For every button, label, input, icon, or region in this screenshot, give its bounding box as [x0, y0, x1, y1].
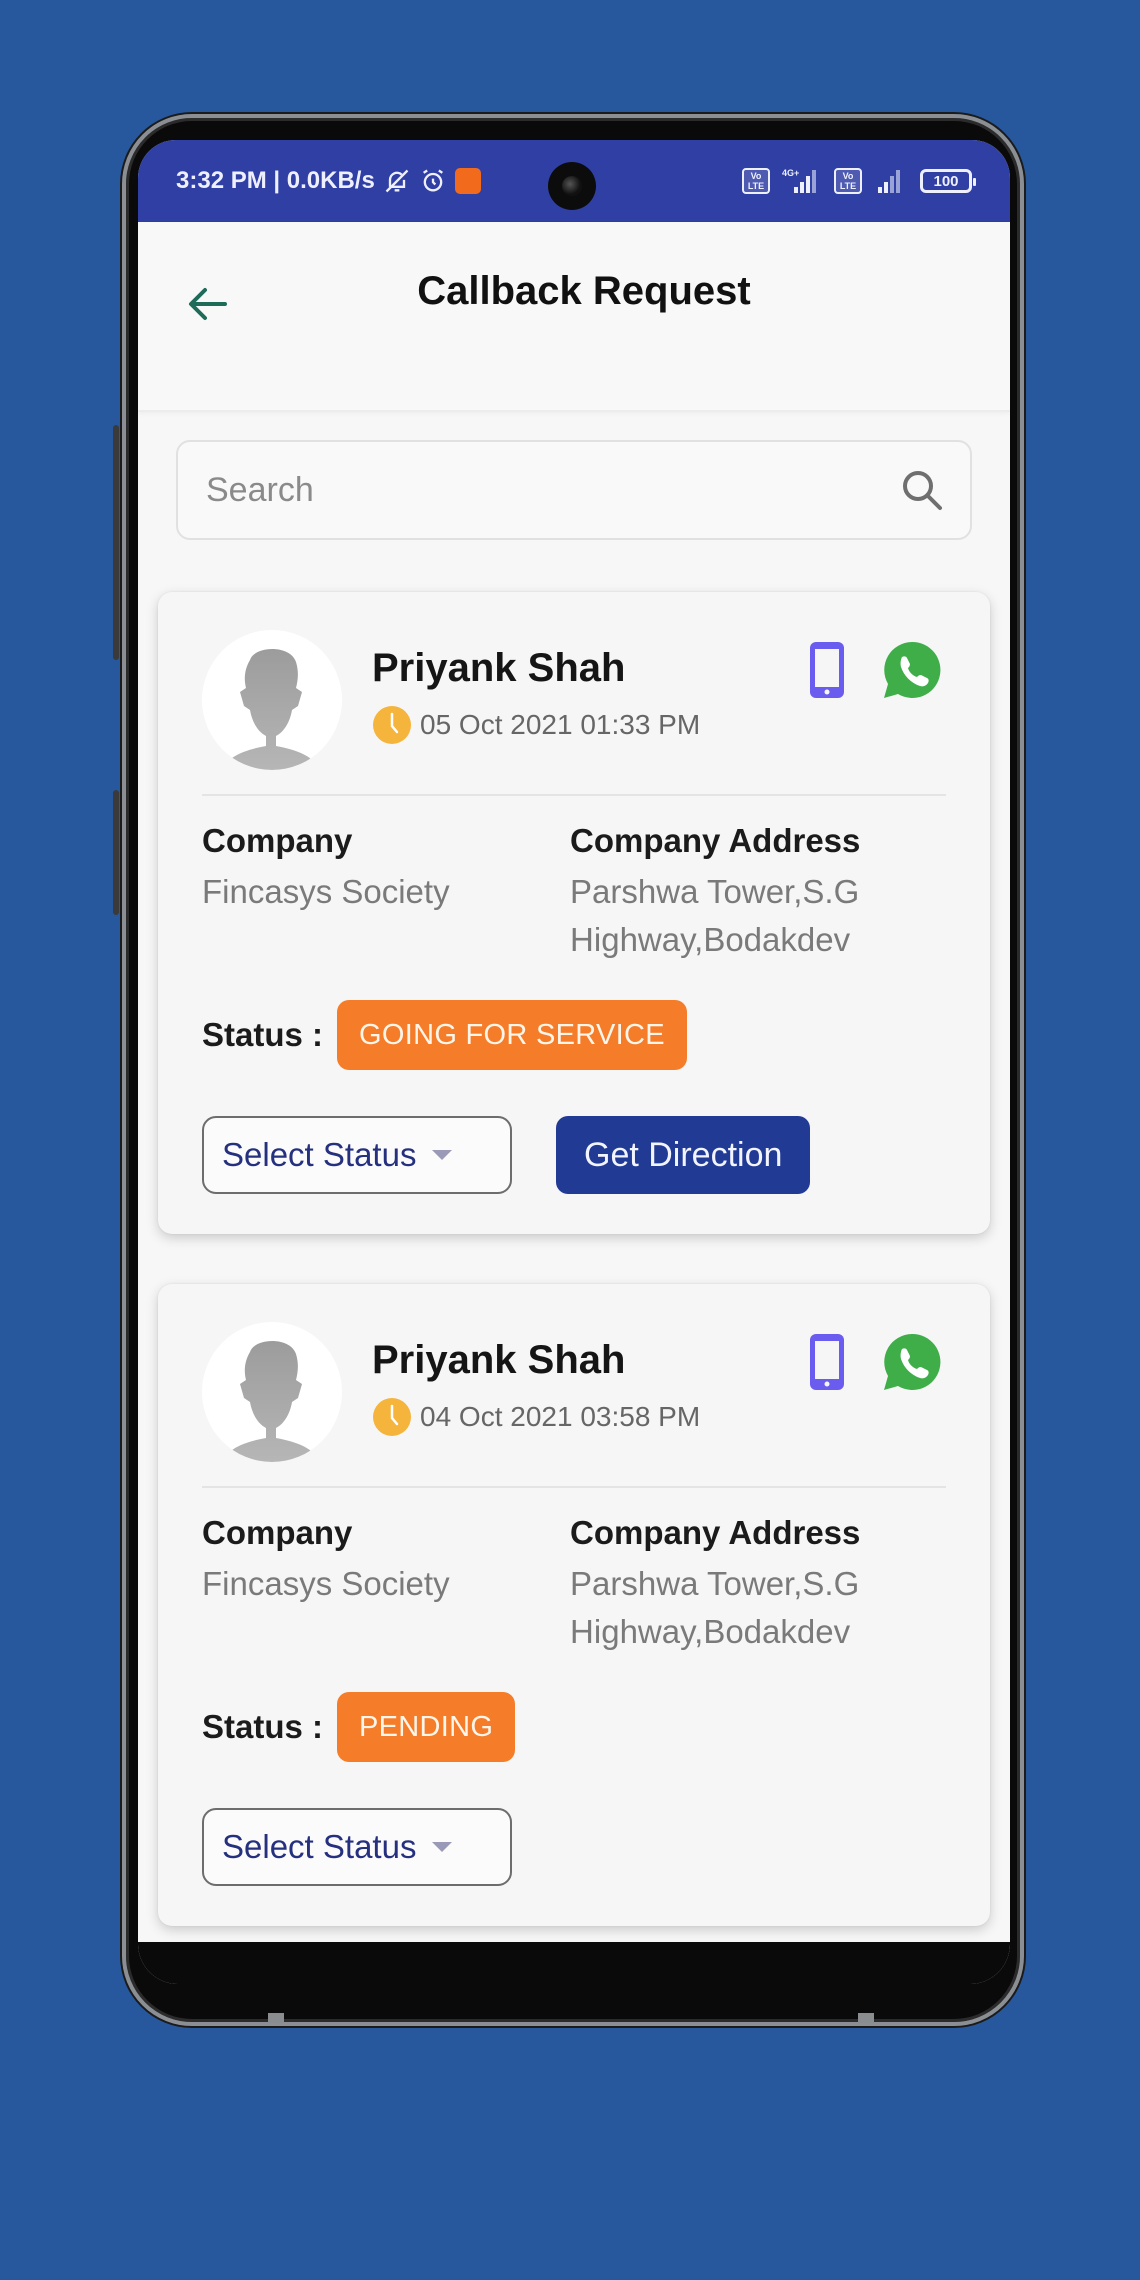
avatar: [202, 1322, 342, 1462]
request-datetime: 05 Oct 2021 01:33 PM: [420, 709, 701, 740]
battery-icon: 100: [920, 169, 976, 193]
avatar: [202, 630, 342, 770]
company-label: Company: [202, 1514, 353, 1551]
call-button[interactable]: [808, 640, 846, 700]
status-time: 3:32 PM | 0.0KB/s: [176, 167, 375, 194]
customer-name: Priyank Shah: [372, 646, 626, 690]
signal-icon: 4G+: [782, 167, 822, 195]
status-bar: 3:32 PM | 0.0KB/s Vo LTE 4G+ Vo LTE 100: [138, 140, 1010, 222]
whatsapp-icon: [884, 641, 941, 698]
search-bar: [176, 440, 972, 540]
caret-down-icon: [432, 1842, 453, 1852]
status-label: Status :: [202, 1016, 324, 1053]
mobile-phone-icon: [810, 642, 844, 698]
svg-text:4G+: 4G+: [782, 168, 799, 178]
status-badge: PENDING: [337, 1692, 516, 1762]
call-button[interactable]: [808, 1332, 846, 1392]
app-bar: Callback Request: [138, 222, 1010, 412]
whatsapp-icon: [884, 1333, 941, 1390]
company-value: Fincasys Society: [202, 1565, 450, 1602]
power-button: [113, 790, 119, 915]
alarm-icon: [419, 167, 447, 195]
antenna-line: [268, 2013, 284, 2023]
whatsapp-button[interactable]: [882, 1332, 942, 1392]
company-value: Fincasys Society: [202, 873, 450, 910]
front-camera: [548, 162, 596, 210]
status-label: Status :: [202, 1708, 324, 1745]
get-direction-button[interactable]: Get Direction: [556, 1116, 811, 1194]
callback-list: Priyank Shah 05 Oct 2021 01:33 PM Compan…: [138, 540, 1010, 1926]
volte-icon: Vo LTE: [742, 168, 770, 194]
select-status-dropdown[interactable]: Select Status: [202, 1808, 512, 1886]
mobile-phone-icon: [810, 1334, 844, 1390]
back-button[interactable]: [184, 280, 232, 328]
person-placeholder-icon: [202, 630, 342, 770]
clock-icon: [373, 706, 411, 744]
whatsapp-button[interactable]: [882, 640, 942, 700]
address-label: Company Address: [570, 822, 861, 859]
customer-name: Priyank Shah: [372, 1338, 626, 1382]
status-badge: GOING FOR SERVICE: [337, 1000, 687, 1070]
signal-icon: [874, 167, 908, 195]
antenna-line: [858, 2013, 874, 2023]
phone-screen: 3:32 PM | 0.0KB/s Vo LTE 4G+ Vo LTE 100: [138, 140, 1010, 1984]
person-placeholder-icon: [202, 1322, 342, 1462]
select-status-dropdown[interactable]: Select Status: [202, 1116, 512, 1194]
select-status-text: Select Status: [222, 1136, 417, 1173]
page-title: Callback Request: [417, 268, 751, 313]
request-datetime: 04 Oct 2021 03:58 PM: [420, 1401, 701, 1432]
search-icon[interactable]: [898, 466, 946, 514]
callback-card: Priyank Shah 04 Oct 2021 03:58 PM Compan…: [158, 1284, 990, 1926]
bell-off-icon: [383, 167, 411, 195]
address-value: Parshwa Tower,S.G Highway,Bodakdev: [570, 1565, 860, 1650]
company-label: Company: [202, 822, 353, 859]
callback-card: Priyank Shah 05 Oct 2021 01:33 PM Compan…: [158, 592, 990, 1234]
bottom-bezel: [138, 1942, 1010, 1984]
arrow-left-icon: [189, 288, 227, 320]
volte-icon: Vo LTE: [834, 168, 862, 194]
address-label: Company Address: [570, 1514, 861, 1551]
select-status-text: Select Status: [222, 1828, 417, 1865]
volume-button: [113, 425, 119, 660]
app-notification-icon: [454, 168, 481, 194]
address-value: Parshwa Tower,S.G Highway,Bodakdev: [570, 873, 860, 958]
caret-down-icon: [432, 1150, 453, 1160]
clock-icon: [373, 1398, 411, 1436]
search-input[interactable]: [206, 470, 898, 510]
